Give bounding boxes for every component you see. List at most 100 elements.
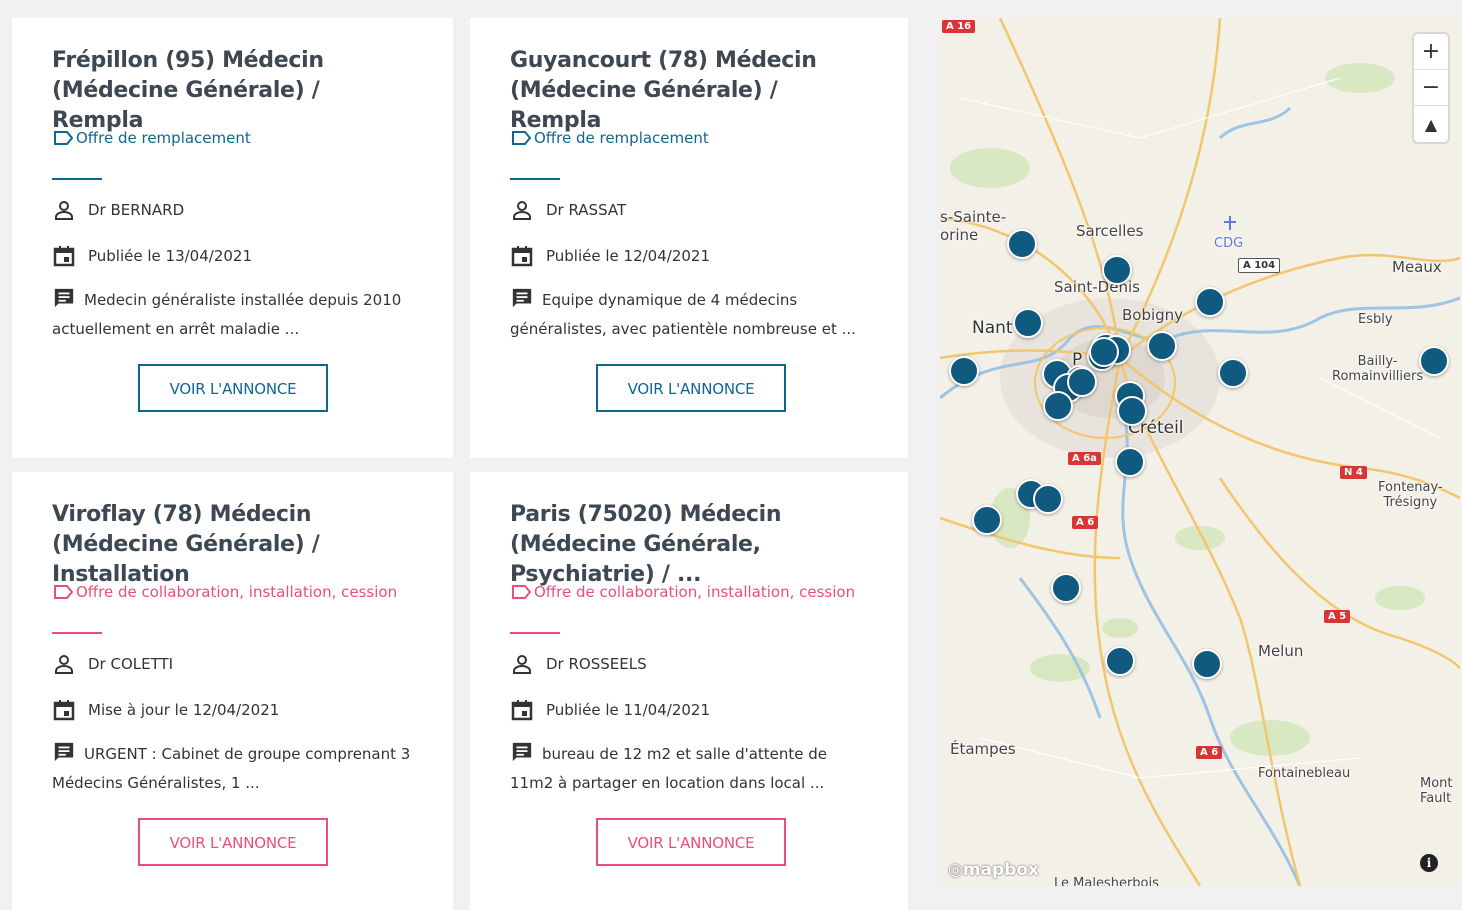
doctor-name: Dr COLETTI xyxy=(88,655,174,673)
doctor-name: Dr RASSAT xyxy=(546,201,627,219)
publish-date: Publiée le 11/04/2021 xyxy=(546,701,710,719)
message-icon xyxy=(512,742,532,762)
road-shield: A 104 xyxy=(1238,258,1281,273)
place-label: Mont Fault xyxy=(1420,776,1453,806)
description: URGENT : Cabinet de groupe comprenant 3 … xyxy=(52,740,413,798)
road-shield: A 6a xyxy=(1068,452,1101,465)
description-text: Equipe dynamique de 4 médecins généralis… xyxy=(510,291,856,338)
date-row: Publiée le 11/04/2021 xyxy=(510,698,868,722)
listing-title[interactable]: Frépillon (95) Médecin (Médecine Général… xyxy=(52,46,413,133)
place-label: Nant xyxy=(972,318,1013,338)
place-label: Meaux xyxy=(1392,258,1442,276)
road-shield: N 4 xyxy=(1340,466,1367,479)
map-marker[interactable] xyxy=(1013,308,1043,338)
description: bureau de 12 m2 et salle d'attente de 11… xyxy=(510,740,868,798)
listing-card: Frépillon (95) Médecin (Médecine Général… xyxy=(12,18,453,458)
person-icon xyxy=(513,655,531,674)
doctor-name: Dr BERNARD xyxy=(88,201,185,219)
description-text: bureau de 12 m2 et salle d'attente de 11… xyxy=(510,745,828,792)
map-marker[interactable] xyxy=(1043,391,1073,421)
date-row: Mise à jour le 12/04/2021 xyxy=(52,698,413,722)
map-marker[interactable] xyxy=(1419,346,1449,376)
view-listing-button[interactable]: VOIR L'ANNONCE xyxy=(138,818,328,866)
map-marker[interactable] xyxy=(1218,358,1248,388)
zoom-in-button[interactable]: + xyxy=(1414,34,1448,70)
offer-type: Offre de remplacement xyxy=(510,124,868,182)
place-label: Esbly xyxy=(1358,312,1393,327)
tag-icon xyxy=(54,131,74,145)
doctor-row: Dr RASSAT xyxy=(510,198,868,222)
place-label: CDG xyxy=(1214,236,1244,251)
place-label: Melun xyxy=(1258,642,1304,660)
mapbox-icon: ◎ xyxy=(948,860,963,880)
offer-type: Offre de remplacement xyxy=(52,124,413,182)
publish-date: Publiée le 13/04/2021 xyxy=(88,247,252,265)
description-text: URGENT : Cabinet de groupe comprenant 3 … xyxy=(52,745,411,792)
map-marker[interactable] xyxy=(1067,367,1097,397)
listing-card: Viroflay (78) Médecin (Médecine Générale… xyxy=(12,472,453,910)
person-icon xyxy=(55,655,73,674)
calendar-icon xyxy=(53,700,75,721)
map-marker[interactable] xyxy=(1007,229,1037,259)
update-date: Mise à jour le 12/04/2021 xyxy=(88,701,280,719)
road-shield: A 5 xyxy=(1324,610,1351,623)
place-label: Bailly- Romainvilliers xyxy=(1332,354,1424,384)
road-shield: A 6 xyxy=(1196,746,1223,759)
place-label: Bobigny xyxy=(1122,306,1184,324)
message-icon xyxy=(512,288,532,308)
mapbox-logo-text: mapbox xyxy=(962,860,1040,880)
doctor-row: Dr ROSSEELS xyxy=(510,652,868,676)
road-shield: A 6 xyxy=(1072,516,1099,529)
listing-title[interactable]: Guyancourt (78) Médecin (Médecine Généra… xyxy=(510,46,868,133)
offer-type: Offre de collaboration, installation, ce… xyxy=(52,578,413,636)
offer-type-label: Offre de collaboration, installation, ce… xyxy=(534,583,856,601)
offer-type-label: Offre de remplacement xyxy=(76,129,251,147)
tag-icon xyxy=(512,131,532,145)
map-marker[interactable] xyxy=(972,505,1002,535)
mapbox-logo[interactable]: ◎mapbox xyxy=(948,860,1039,880)
listing-title[interactable]: Viroflay (78) Médecin (Médecine Générale… xyxy=(52,500,413,587)
info-icon[interactable]: i xyxy=(1420,854,1438,872)
map-marker[interactable] xyxy=(1147,331,1177,361)
calendar-icon xyxy=(511,246,533,267)
date-row: Publiée le 13/04/2021 xyxy=(52,244,413,268)
offer-type-label: Offre de collaboration, installation, ce… xyxy=(76,583,398,601)
view-listing-button[interactable]: VOIR L'ANNONCE xyxy=(138,364,328,412)
offer-type: Offre de collaboration, installation, ce… xyxy=(510,578,868,636)
calendar-icon xyxy=(53,246,75,267)
description: Medecin généraliste installée depuis 201… xyxy=(52,286,413,344)
map-marker[interactable] xyxy=(1051,573,1081,603)
place-label: s-Sainte- orine xyxy=(940,208,1007,244)
description-text: Medecin généraliste installée depuis 201… xyxy=(52,291,402,338)
doctor-row: Dr COLETTI xyxy=(52,652,413,676)
description: Equipe dynamique de 4 médecins généralis… xyxy=(510,286,868,344)
place-label: Sarcelles xyxy=(1076,222,1144,240)
map-marker[interactable] xyxy=(1117,396,1147,426)
map-marker[interactable] xyxy=(1192,649,1222,679)
listing-title[interactable]: Paris (75020) Médecin (Médecine Générale… xyxy=(510,500,868,587)
listing-card: Guyancourt (78) Médecin (Médecine Généra… xyxy=(470,18,908,458)
view-listing-button[interactable]: VOIR L'ANNONCE xyxy=(596,818,786,866)
map-marker[interactable] xyxy=(1115,447,1145,477)
map-marker[interactable] xyxy=(1102,255,1132,285)
offer-type-label: Offre de remplacement xyxy=(534,129,709,147)
place-label: Le Malesherbois xyxy=(1054,876,1159,886)
zoom-out-button[interactable]: − xyxy=(1414,70,1448,106)
map-marker[interactable] xyxy=(1195,287,1225,317)
map-controls: + − ▲ xyxy=(1414,34,1448,142)
person-icon xyxy=(55,201,73,220)
tag-icon xyxy=(512,585,532,599)
doctor-name: Dr ROSSEELS xyxy=(546,655,647,673)
publish-date: Publiée le 12/04/2021 xyxy=(546,247,710,265)
map-marker[interactable] xyxy=(949,356,979,386)
view-listing-button[interactable]: VOIR L'ANNONCE xyxy=(596,364,786,412)
message-icon xyxy=(54,742,74,762)
calendar-icon xyxy=(511,700,533,721)
listing-card: Paris (75020) Médecin (Médecine Générale… xyxy=(470,472,908,910)
map-marker[interactable] xyxy=(1089,337,1119,367)
map-marker[interactable] xyxy=(1105,646,1135,676)
map-marker[interactable] xyxy=(1033,484,1063,514)
map[interactable]: A 16 A 104 A 6a A 6 A 6 N 4 A 5 s-Sainte… xyxy=(940,18,1460,886)
place-label: Fontenay- Trésigny xyxy=(1378,480,1443,510)
compass-button[interactable]: ▲ xyxy=(1414,106,1448,142)
